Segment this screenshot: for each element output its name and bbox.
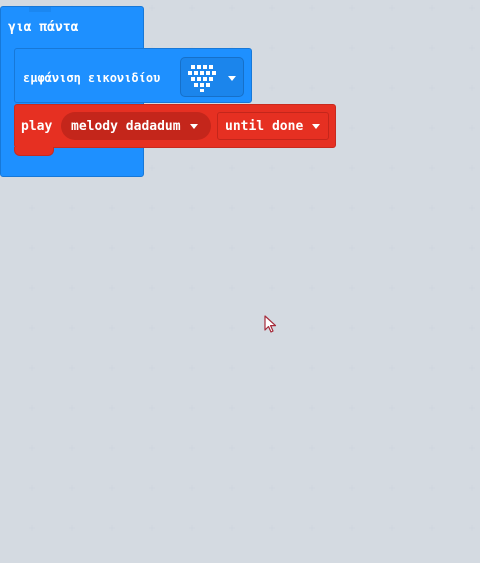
block-connector (14, 147, 54, 156)
play-mode-dropdown[interactable]: until done (217, 112, 329, 140)
heart-icon (188, 65, 216, 92)
show-icon-block[interactable]: εμφάνιση εικονιδίου (14, 48, 252, 103)
play-label: play (21, 119, 53, 134)
chevron-down-icon (190, 124, 198, 129)
mouse-cursor-icon (264, 315, 277, 333)
play-melody-block[interactable]: play melody dadadum until done (14, 104, 336, 148)
melody-dropdown[interactable]: melody dadadum (61, 112, 211, 140)
chevron-down-icon (228, 76, 236, 81)
melody-value: melody dadadum (71, 119, 181, 134)
play-mode-value: until done (225, 119, 304, 134)
show-icon-label: εμφάνιση εικονιδίου (23, 71, 161, 85)
block-notch (29, 7, 51, 12)
icon-dropdown[interactable] (180, 57, 244, 97)
chevron-down-icon (312, 124, 320, 129)
forever-label: για πάντα (8, 20, 79, 35)
